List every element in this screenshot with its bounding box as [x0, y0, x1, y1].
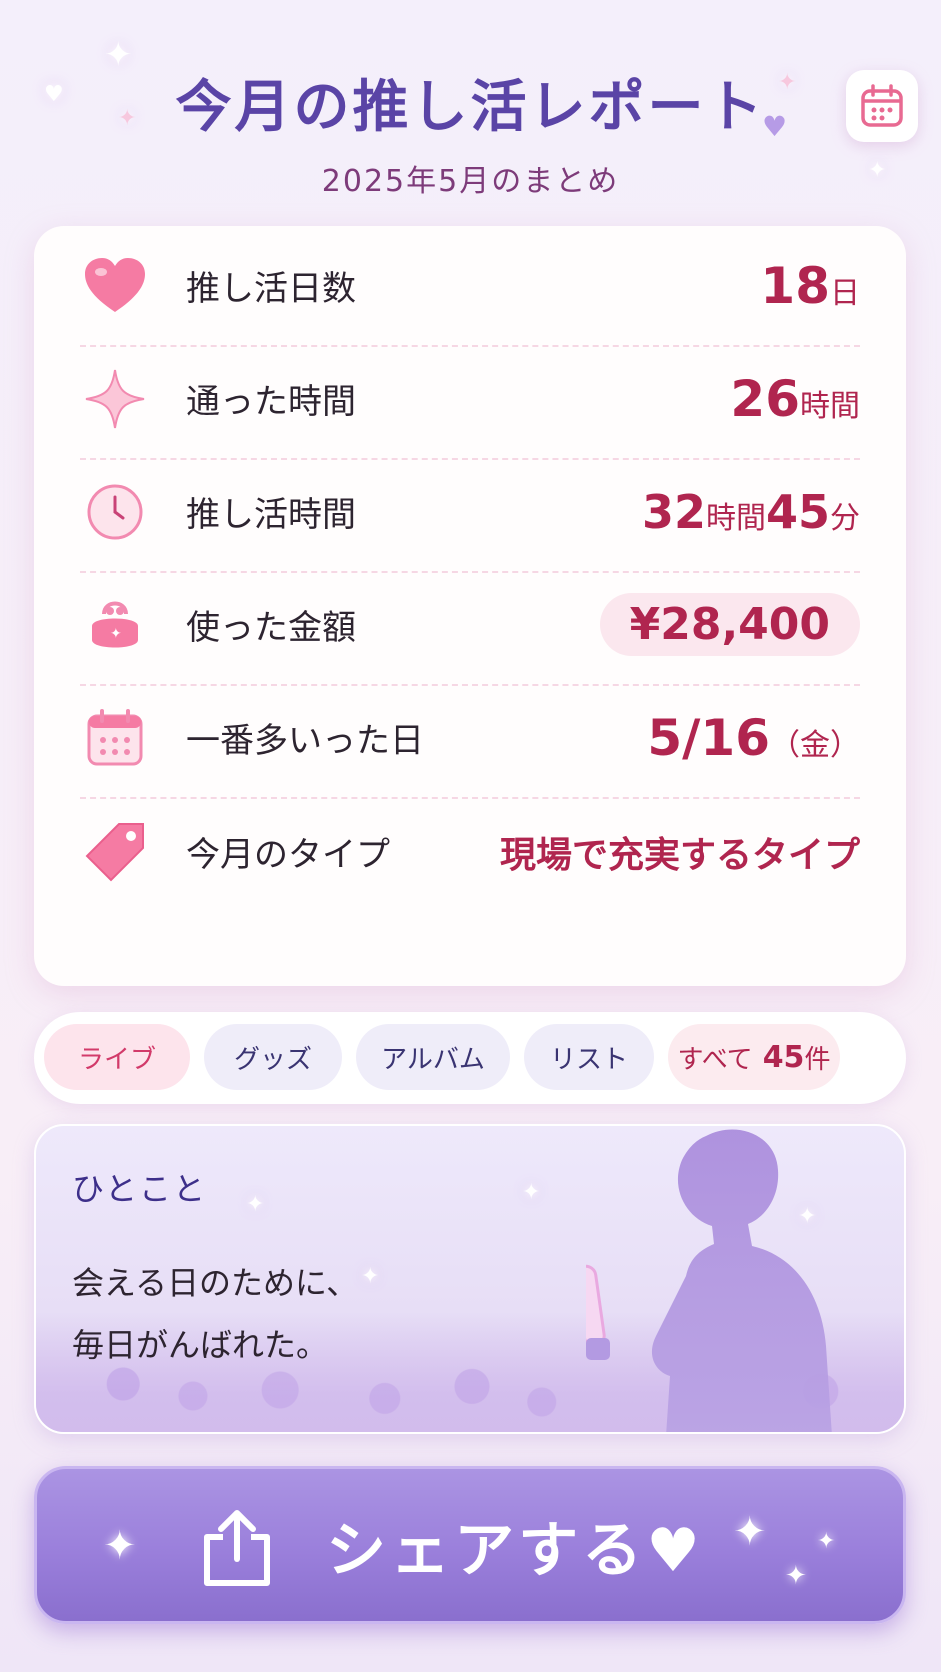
sparkle-decoration: ✦: [246, 1192, 265, 1217]
page-subtitle: 2025年5月のまとめ: [321, 164, 620, 199]
calendar-icon: [861, 84, 903, 127]
clock-icon: [80, 477, 150, 547]
purse-icon: ✦: [80, 590, 150, 660]
tab-album[interactable]: アルバム: [356, 1024, 510, 1090]
stat-row-money: ✦ 使った金額 ¥28,400: [80, 565, 860, 686]
page-title: 今月の推し活レポート: [175, 75, 766, 140]
comment-text: 会える日のために、 毎日がんばれた。: [72, 1252, 358, 1376]
tag-icon: [80, 817, 150, 887]
stat-value: 5/16（金）: [647, 708, 860, 767]
category-tabs: ライブ グッズ アルバム リスト すべて 45 件: [34, 1012, 906, 1104]
stat-label: 今月のタイプ: [186, 835, 390, 875]
sparkle-icon: [80, 364, 150, 434]
tab-all[interactable]: すべて 45 件: [668, 1024, 840, 1090]
share-label: シェアする♥: [326, 1515, 704, 1586]
tab-all-count: 45: [762, 1039, 805, 1075]
stat-row-days: 推し活日数 18日: [80, 226, 860, 347]
stat-value: 32時間45分: [641, 484, 860, 539]
sparkle-decoration: ✦: [103, 1523, 137, 1569]
header: 今月の推し活レポート ♥ 2025年5月のまとめ: [0, 0, 941, 220]
tab-all-unit: 件: [804, 1044, 831, 1075]
comment-line: 毎日がんばれた。: [72, 1326, 329, 1364]
stat-label: 一番多いった日: [186, 721, 424, 761]
stat-row-oshi-time: 推し活時間 32時間45分: [80, 452, 860, 573]
comment-heading: ひとこと: [72, 1170, 208, 1208]
stat-row-visit-time: 通った時間 26時間: [80, 339, 860, 460]
sparkle-decoration: ✦: [785, 1561, 807, 1591]
share-icon: [204, 1510, 270, 1586]
stat-label: 推し活日数: [186, 269, 356, 309]
sparkle-decoration: ✦: [817, 1529, 836, 1554]
heart-icon: [80, 251, 150, 321]
stat-row-busiest-day: 一番多いった日 5/16（金）: [80, 678, 860, 799]
svg-text:✦: ✦: [110, 626, 122, 642]
tab-goods[interactable]: グッズ: [204, 1024, 342, 1090]
comment-card: ✦ ✦ ✦ ✦ ひとこと 会える日のために、 毎日がんばれた。: [34, 1124, 906, 1434]
stat-value: 18日: [760, 256, 860, 315]
heart-decoration-icon: ♥: [762, 110, 788, 143]
stat-label: 通った時間: [186, 382, 356, 422]
tab-list[interactable]: リスト: [524, 1024, 654, 1090]
sparkle-decoration: ✦: [361, 1264, 380, 1289]
sparkle-decoration: ✦: [522, 1180, 541, 1205]
comment-line: 会える日のために、: [72, 1264, 359, 1302]
calendar-button[interactable]: [846, 70, 918, 142]
stat-label: 使った金額: [186, 608, 356, 648]
stat-value: 現場で充実するタイプ: [499, 834, 860, 876]
fan-silhouette-illustration: [586, 1129, 832, 1432]
tab-live[interactable]: ライブ: [44, 1024, 190, 1090]
stat-value: 26時間: [730, 369, 860, 428]
sparkle-decoration: ✦: [733, 1509, 767, 1555]
share-button[interactable]: ✦ ✦ ✦ ✦ シェアする♥: [34, 1466, 906, 1624]
calendar-icon: [80, 703, 150, 773]
money-value-pill: ¥28,400: [599, 593, 860, 656]
stat-row-type: 今月のタイプ 現場で充実するタイプ: [80, 791, 860, 912]
tab-all-label: すべて: [677, 1044, 753, 1075]
stats-card: 推し活日数 18日 通った時間 26時間 推し活時間 32時間45分 ✦ 使った…: [34, 226, 906, 986]
stat-label: 推し活時間: [186, 495, 356, 535]
